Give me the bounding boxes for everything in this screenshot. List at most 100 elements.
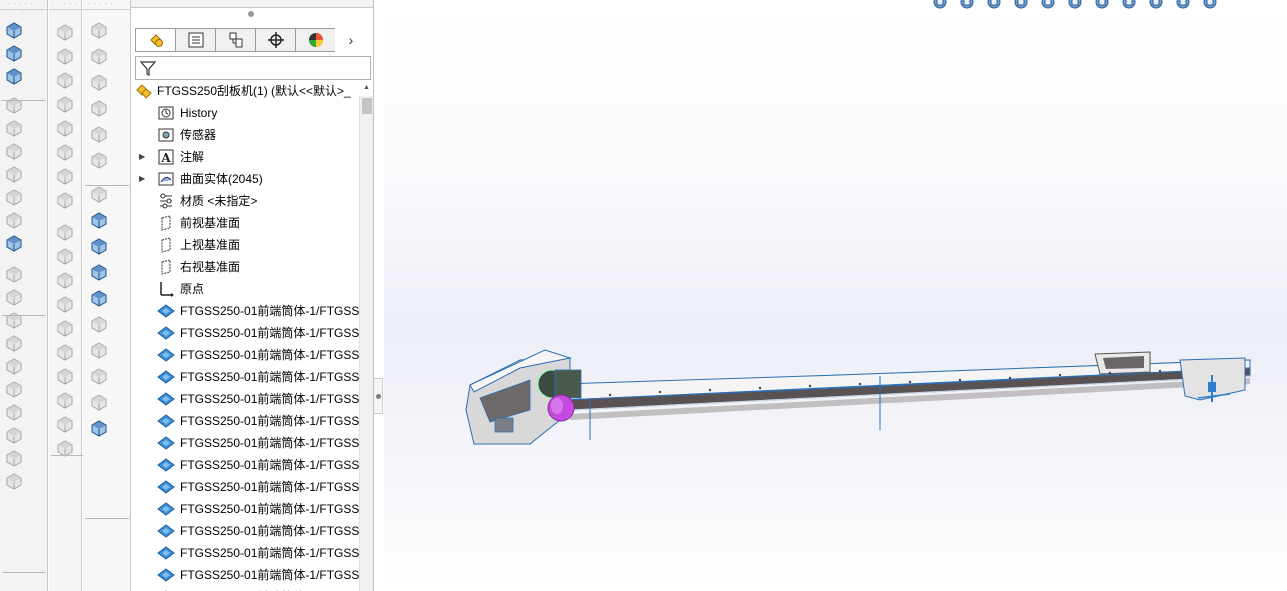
- smart-dimension-icon[interactable]: [55, 46, 75, 66]
- graphics-area[interactable]: [384, 0, 1287, 591]
- rib-icon[interactable]: [4, 264, 24, 284]
- measure-icon[interactable]: [89, 418, 109, 438]
- extruded-cut-icon[interactable]: [4, 95, 24, 115]
- tree-item[interactable]: FTGSS250-01前端筒体-1/FTGSS: [131, 366, 359, 388]
- tabs-more-button[interactable]: ›: [335, 28, 367, 52]
- rapid-sketch-icon[interactable]: [55, 390, 75, 410]
- tree-item[interactable]: ▶ A 注解: [131, 146, 359, 168]
- tab-featuremanager[interactable]: [135, 28, 175, 52]
- tree-item[interactable]: FTGSS250-01前端筒体-1/FTGSS: [131, 542, 359, 564]
- toolbar-grip[interactable]: · · · · · · · · ·: [0, 0, 47, 15]
- tree-item[interactable]: 材质 <未指定>: [131, 190, 359, 212]
- tree-item[interactable]: ▶ 曲面实体(2045): [131, 168, 359, 190]
- clearance-verification-icon[interactable]: [89, 366, 109, 386]
- section-view-icon[interactable]: [1013, 0, 1029, 10]
- tree-item[interactable]: FTGSS250-01前端筒体-1/FTGSS: [131, 410, 359, 432]
- tree-item[interactable]: FTGSS250-01前端筒体-1/FTGSS: [131, 344, 359, 366]
- scroll-up-arrow[interactable]: ▲: [363, 84, 370, 91]
- tree-item[interactable]: FTGSS250-01前端筒体-1/FTGSS: [131, 300, 359, 322]
- tree-scrollbar[interactable]: ▲: [359, 84, 373, 591]
- mirror-entities-icon[interactable]: [55, 246, 75, 266]
- tree-item[interactable]: FTGSS250-01前端筒体-1/FTGSS: [131, 454, 359, 476]
- tree-item[interactable]: FTGSS250-01前端筒体-1/FTGSS: [131, 564, 359, 586]
- wrap-icon[interactable]: [4, 333, 24, 353]
- tree-item[interactable]: 上视基准面: [131, 234, 359, 256]
- tree-item[interactable]: FTGSS250-01前端筒体-1/FTGSS: [131, 432, 359, 454]
- mate-icon[interactable]: [89, 46, 109, 66]
- toolbar-grip[interactable]: · · · · ·: [49, 0, 81, 10]
- previous-view-icon[interactable]: [986, 0, 1002, 10]
- line-icon[interactable]: [55, 70, 75, 90]
- tree-item[interactable]: FTGSS250-01前端筒体-1/FTGSS: [131, 388, 359, 410]
- linear-pattern-icon[interactable]: [55, 270, 75, 290]
- display-style-icon[interactable]: [1094, 0, 1110, 10]
- dynamic-annotation-views-icon[interactable]: [1040, 0, 1056, 10]
- circle-icon[interactable]: [55, 118, 75, 138]
- component-pattern-icon[interactable]: [89, 72, 109, 92]
- zoom-to-fit-icon[interactable]: [932, 0, 948, 10]
- sketch-icon[interactable]: [55, 22, 75, 42]
- extruded-boss-icon[interactable]: [4, 20, 24, 40]
- tab-display-manager[interactable]: [295, 28, 335, 52]
- hide-show-items-icon[interactable]: [1121, 0, 1137, 10]
- intersect-icon[interactable]: [4, 356, 24, 376]
- quick-snaps-icon[interactable]: [55, 366, 75, 386]
- view-settings-icon[interactable]: [1202, 0, 1218, 10]
- draft-icon[interactable]: [4, 310, 24, 330]
- curves-icon[interactable]: [4, 448, 24, 468]
- repair-sketch-icon[interactable]: [55, 342, 75, 362]
- explode-line-sketch-icon[interactable]: [89, 314, 109, 334]
- show-hidden-icon[interactable]: [89, 150, 109, 170]
- tree-item[interactable]: 前视基准面: [131, 212, 359, 234]
- tab-configurationmanager[interactable]: [215, 28, 255, 52]
- pattern-icon[interactable]: [4, 402, 24, 422]
- toolbar-grip[interactable]: · · · · · · ·: [83, 0, 130, 10]
- tree-item[interactable]: FTGSS250-01前端筒体-1/FTGSS: [131, 476, 359, 498]
- boundary-cut-icon[interactable]: [4, 210, 24, 230]
- move-component-icon[interactable]: [89, 124, 109, 144]
- interference-detection-icon[interactable]: [89, 340, 109, 360]
- mirror-icon[interactable]: [4, 379, 24, 399]
- reference-geometry-icon[interactable]: [4, 425, 24, 445]
- tree-item[interactable]: FTGSS250-01前端筒体-1/FTGSS: [131, 520, 359, 542]
- scraper-conveyor-model[interactable]: [460, 340, 1287, 465]
- shell-icon[interactable]: [4, 287, 24, 307]
- tree-item[interactable]: FTGSS250-01前端筒体-1/FTGSS: [131, 498, 359, 520]
- hole-alignment-icon[interactable]: [89, 392, 109, 412]
- new-motion-study-icon[interactable]: [89, 236, 109, 256]
- panel-splitter-handle[interactable]: [374, 378, 383, 414]
- revolved-boss-icon[interactable]: [4, 43, 24, 63]
- move-entities-icon[interactable]: [55, 294, 75, 314]
- arc-icon[interactable]: [55, 142, 75, 162]
- hole-wizard-icon[interactable]: [4, 118, 24, 138]
- instant3d-icon[interactable]: [4, 471, 24, 491]
- tree-item[interactable]: 右视基准面: [131, 256, 359, 278]
- tree-item[interactable]: 传感器: [131, 124, 359, 146]
- tree-item[interactable]: FTGSS250-01前端筒体-1/FTGSS: [131, 322, 359, 344]
- apply-scene-icon[interactable]: [1175, 0, 1191, 10]
- exploded-view-icon[interactable]: [89, 288, 109, 308]
- tab-dimxpert[interactable]: [255, 28, 295, 52]
- tree-root-assembly[interactable]: FTGSS250刮板机(1) (默认<<默认>_: [131, 80, 359, 102]
- expand-arrow-icon[interactable]: ▶: [139, 146, 145, 168]
- smart-fasteners-icon[interactable]: [89, 98, 109, 118]
- swept-boss-icon[interactable]: [4, 66, 24, 86]
- swept-cut-icon[interactable]: [4, 164, 24, 184]
- fillet-icon[interactable]: [4, 233, 24, 253]
- tree-filter-input[interactable]: [135, 56, 371, 80]
- reference-geometry-icon[interactable]: [89, 210, 109, 230]
- offset-icon[interactable]: [55, 222, 75, 242]
- lofted-cut-icon[interactable]: [4, 187, 24, 207]
- convert-entities-icon[interactable]: [55, 190, 75, 210]
- insert-components-icon[interactable]: [89, 20, 109, 40]
- trim-icon[interactable]: [55, 166, 75, 186]
- assembly-features-icon[interactable]: [89, 184, 109, 204]
- expand-arrow-icon[interactable]: ▶: [139, 168, 145, 190]
- zoom-to-area-icon[interactable]: [959, 0, 975, 10]
- relations-icon[interactable]: [55, 318, 75, 338]
- panel-grip[interactable]: [248, 11, 254, 17]
- revolved-cut-icon[interactable]: [4, 141, 24, 161]
- tree-item[interactable]: FTGSS250-01前端筒体-1/FTGSS: [131, 586, 359, 591]
- tab-propertymanager[interactable]: [175, 28, 215, 52]
- bill-of-materials-icon[interactable]: [89, 262, 109, 282]
